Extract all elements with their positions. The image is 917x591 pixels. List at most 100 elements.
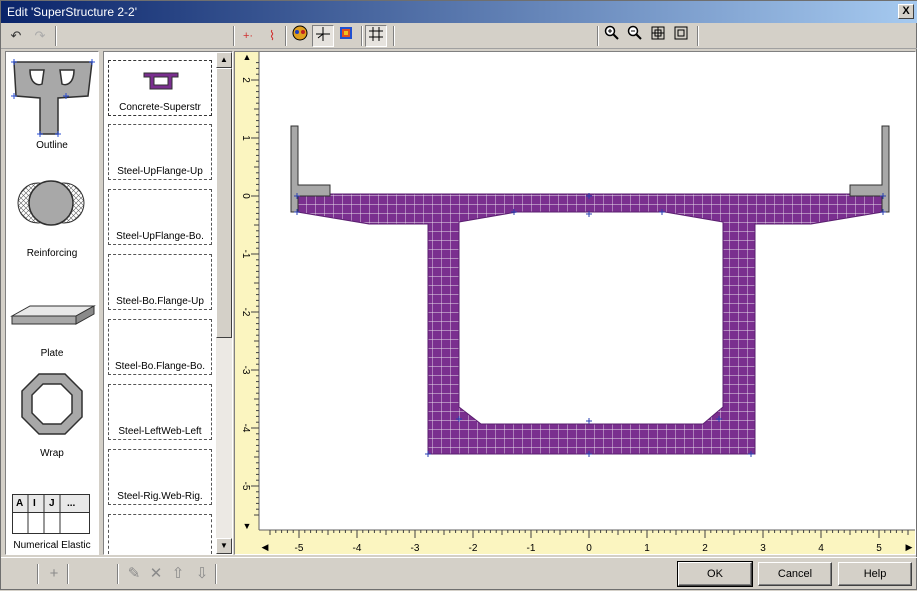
toolbar-separator <box>393 26 395 46</box>
shape-label: Wrap <box>40 448 64 459</box>
list-item[interactable]: Steel-UpFlange-Bo. <box>108 189 212 245</box>
concrete-section-icon <box>143 72 179 90</box>
y-tick-label: -1 <box>240 250 251 259</box>
list-item-label: Steel-UpFlange-Up <box>117 166 203 177</box>
edit-window: Edit 'SuperStructure 2-2' X ↶ ↷ +· ⌇ Out… <box>0 0 917 590</box>
reinforcing-shape-icon <box>17 180 85 226</box>
toolbar-separator <box>233 26 235 46</box>
zoom-fit-icon[interactable] <box>647 25 669 47</box>
list-item-label: Steel-UpFlange-Bo. <box>116 231 204 242</box>
outline-shape-icon <box>11 59 95 137</box>
toolbar-separator <box>697 26 699 46</box>
x-tick-label: -5 <box>295 543 304 554</box>
toolbar-separator <box>55 26 57 46</box>
shape-label: Numerical Elastic <box>13 540 91 551</box>
x-tick-label: 5 <box>876 543 882 554</box>
shape-wrap[interactable]: Wrap <box>6 362 98 460</box>
add-point-icon[interactable]: +· <box>237 25 259 47</box>
zoom-window-icon[interactable] <box>670 25 692 47</box>
toolbar-separator <box>361 26 363 46</box>
shape-plate[interactable]: Plate <box>6 262 98 360</box>
list-item[interactable] <box>108 514 212 554</box>
y-tick-label: -5 <box>240 482 251 491</box>
list-item-label: Concrete-Superstr <box>119 102 201 113</box>
x-tick-label: 1 <box>644 543 650 554</box>
wrap-shape-icon <box>21 373 83 435</box>
x-tick-label: 4 <box>818 543 824 554</box>
x-tick-label: -3 <box>411 543 420 554</box>
scroll-thumb[interactable] <box>216 68 232 338</box>
list-item-label: Steel-Bo.Flange-Up <box>116 296 204 307</box>
header-a: A <box>16 498 24 509</box>
color-view-icon[interactable] <box>289 25 311 47</box>
window-title: Edit 'SuperStructure 2-2' <box>7 5 137 19</box>
delete-icon[interactable]: ✕ <box>147 565 165 583</box>
shape-label: Plate <box>40 348 64 359</box>
list-item[interactable]: Steel-UpFlange-Up <box>108 124 212 180</box>
x-tick-label: -4 <box>353 543 362 554</box>
grid-icon[interactable] <box>365 25 387 47</box>
toolbar-separator <box>597 26 599 46</box>
y-tick-label: -4 <box>240 424 251 433</box>
ok-button[interactable]: OK <box>677 561 753 587</box>
scroll-up-button[interactable]: ▲ <box>216 52 232 68</box>
x-tick-label: 3 <box>760 543 766 554</box>
toolbar-separator <box>117 564 119 584</box>
header-more: ... <box>67 498 76 509</box>
shape-label: Outline <box>36 140 68 151</box>
undo-icon[interactable]: ↶ <box>5 25 27 47</box>
list-item[interactable]: Steel-Rig.Web-Rig. <box>108 449 212 505</box>
move-down-icon[interactable]: ⇩ <box>193 565 211 583</box>
section-canvas[interactable]: -5 -4 -3 -2 -1 0 1 2 3 4 5 2 1 0 -1 -2 -3 -4 -5 ▲ ▼ ◀ ▶ <box>234 51 916 555</box>
shape-numerical-elastic[interactable]: A I J ... Numerical Elastic <box>6 462 98 560</box>
list-item[interactable]: Steel-Bo.Flange-Up <box>108 254 212 310</box>
component-list: Concrete-Superstr Steel-UpFlange-Up Stee… <box>103 51 233 555</box>
cancel-button[interactable]: Cancel <box>758 562 832 586</box>
x-tick-label: 0 <box>586 543 592 554</box>
toolbar-separator <box>215 564 217 584</box>
bottom-bar: + ✎ ✕ ⇧ ⇩ OK Cancel Help <box>1 557 917 591</box>
shape-label: Reinforcing <box>26 248 78 259</box>
header-i: I <box>33 498 36 509</box>
toolbar-separator <box>67 564 69 584</box>
add-icon[interactable]: + <box>45 565 63 583</box>
y-tick-label: 1 <box>240 135 251 141</box>
ruler-ticks: -5 -4 -3 -2 -1 0 1 2 3 4 5 2 1 0 -1 -2 -3 -4 -5 <box>240 62 909 554</box>
zoom-out-icon[interactable] <box>624 25 646 47</box>
polyline-icon[interactable]: ⌇ <box>261 25 283 47</box>
shape-outline[interactable]: Outline <box>6 54 98 152</box>
list-item[interactable]: Steel-LeftWeb-Left <box>108 384 212 440</box>
ruler-right-arrow: ▶ <box>906 542 913 552</box>
close-button[interactable]: X <box>898 4 914 19</box>
help-button[interactable]: Help <box>838 562 912 586</box>
ruler-down-arrow: ▼ <box>243 521 252 531</box>
ruler-up-arrow: ▲ <box>243 52 252 62</box>
list-scrollbar[interactable]: ▲ ▼ <box>216 52 232 554</box>
scroll-down-button[interactable]: ▼ <box>216 538 232 554</box>
list-item-label: Steel-Rig.Web-Rig. <box>117 491 203 502</box>
edit-icon[interactable]: ✎ <box>125 565 143 583</box>
section-points[interactable] <box>294 193 886 457</box>
list-item-label: Steel-LeftWeb-Left <box>118 426 202 437</box>
list-item[interactable]: Concrete-Superstr <box>108 60 212 116</box>
drawing-svg[interactable]: -5 -4 -3 -2 -1 0 1 2 3 4 5 2 1 0 -1 -2 -3 -4 -5 ▲ ▼ ◀ ▶ <box>235 52 915 554</box>
y-tick-label: 2 <box>240 77 251 83</box>
move-up-icon[interactable]: ⇧ <box>169 565 187 583</box>
redo-icon[interactable]: ↷ <box>29 25 51 47</box>
list-item-label: Steel-Bo.Flange-Bo. <box>114 361 206 372</box>
box-girder-section[interactable] <box>290 125 890 457</box>
shape-reinforcing[interactable]: Reinforcing <box>6 162 98 260</box>
zoom-in-icon[interactable] <box>601 25 623 47</box>
x-tick-label: -2 <box>469 543 478 554</box>
move-axis-icon[interactable] <box>312 25 334 47</box>
list-item[interactable]: Steel-Bo.Flange-Bo. <box>108 319 212 375</box>
x-tick-label: 2 <box>702 543 708 554</box>
layer-icon[interactable] <box>335 25 357 47</box>
vertical-ruler <box>235 52 259 554</box>
concrete-deck-and-box[interactable] <box>296 193 884 455</box>
plate-shape-icon <box>10 305 96 325</box>
toolbar-separator <box>37 564 39 584</box>
header-j: J <box>49 498 55 509</box>
title-bar: Edit 'SuperStructure 2-2' X <box>1 1 917 23</box>
shape-palette: Outline Reinforcing Plate Wrap A I J ...… <box>5 51 99 555</box>
